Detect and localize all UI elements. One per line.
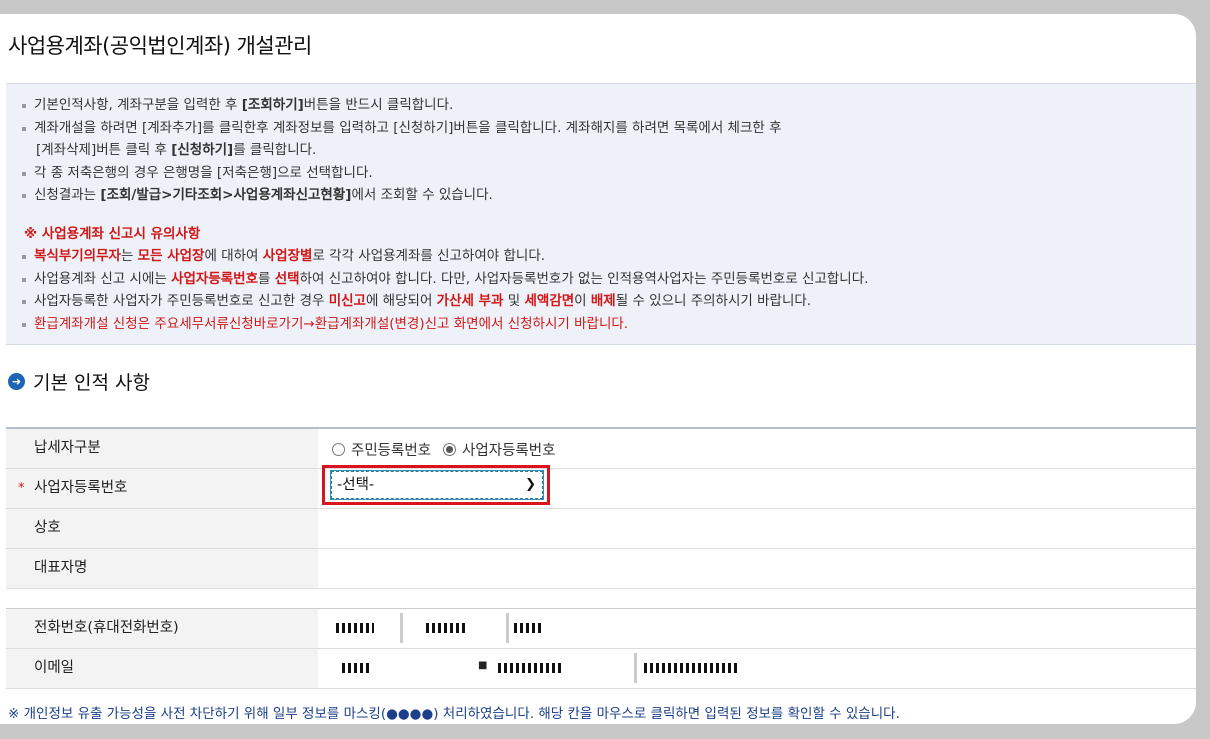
- section-header: ➜ 기본 인적 사항: [8, 368, 150, 395]
- email-label: 이메일: [6, 649, 318, 688]
- email-id-masked[interactable]: [342, 663, 370, 673]
- section-title: 기본 인적 사항: [33, 372, 150, 394]
- radio-resident-number[interactable]: 주민등록번호: [332, 439, 431, 460]
- radio-circle-icon[interactable]: [332, 443, 345, 456]
- email-at-mark: ■: [478, 660, 488, 671]
- phone-label: 전화번호(휴대전화번호): [6, 609, 318, 648]
- warning-line-4: 환급계좌개설 신청은 주요세무서류신청바로가기→환급계좌개설(변경)신고 화면에…: [22, 313, 1196, 336]
- warning-title: ※ 사업용계좌 신고시 유의사항: [24, 225, 201, 242]
- taxpayer-type-label: 납세자구분: [6, 429, 318, 468]
- email-domain-select-masked[interactable]: [644, 663, 740, 673]
- page-title: 사업용계좌(공익법인계좌) 개설관리: [8, 34, 312, 58]
- ceo-label: 대표자명: [6, 549, 318, 588]
- ceo-row: 대표자명: [6, 549, 1196, 589]
- warning-line-2: 사업용계좌 신고 시에는 사업자등록번호를 선택하여 신고하여야 합니다. 다만…: [22, 268, 1196, 291]
- bizno-row: * 사업자등록번호 -선택- ❯: [6, 465, 1196, 509]
- phone-part2-masked[interactable]: [426, 623, 468, 633]
- notice-line-3: [계좌삭제]버튼 클릭 후 [신청하기]를 클릭합니다.: [36, 142, 317, 158]
- taxpayer-type-row: 납세자구분 주민등록번호 사업자등록번호: [6, 427, 1196, 469]
- phone-part3-masked[interactable]: [514, 623, 542, 633]
- form-gap: [6, 589, 1196, 609]
- required-mark: *: [18, 481, 25, 496]
- taxpayer-type-radio-group: 주민등록번호 사업자등록번호: [332, 439, 567, 460]
- notice-line-4: 각 종 저축은행의 경우 은행명을 [저축은행]으로 선택합니다.: [22, 162, 1196, 185]
- warning-line-1: 복식부기의무자는 모든 사업장에 대하여 사업장별로 각각 사업용계좌를 신고하…: [22, 245, 1196, 268]
- radio-business-number[interactable]: 사업자등록번호: [443, 439, 555, 460]
- ceo-value: [318, 549, 1196, 588]
- email-domain-masked[interactable]: [498, 663, 564, 673]
- warning-line-3: 사업자등록한 사업자가 주민등록번호로 신고한 경우 미신고에 해당되어 가산세…: [22, 290, 1196, 313]
- notice-line-5: 신청결과는 [조회/발급>기타조회>사업용계좌신고현황]에서 조회할 수 있습니…: [22, 184, 1196, 207]
- phone-part1-masked[interactable]: [336, 623, 374, 633]
- notice-box: 기본인적사항, 계좌구분을 입력한 후 [조회하기]버튼을 반드시 클릭합니다.…: [6, 83, 1196, 345]
- company-value: [318, 509, 1196, 548]
- highlight-frame: -선택- ❯: [322, 465, 550, 505]
- bizno-label: 사업자등록번호: [34, 480, 128, 496]
- company-row: 상호: [6, 509, 1196, 549]
- masking-footnote: ※ 개인정보 유출 가능성을 사전 차단하기 위해 일부 정보를 마스킹(●●●…: [8, 706, 900, 722]
- radio-checked-icon[interactable]: [443, 443, 457, 456]
- bizno-select[interactable]: -선택- ❯: [330, 470, 544, 500]
- basic-info-form: 납세자구분 주민등록번호 사업자등록번호 * 사업자등록번호 -선택- ❯ 상호…: [6, 427, 1196, 689]
- notice-line-1: 기본인적사항, 계좌구분을 입력한 후 [조회하기]버튼을 반드시 클릭합니다.: [22, 94, 1196, 117]
- email-row: 이메일 ■: [6, 649, 1196, 689]
- chevron-down-icon: ❯: [525, 477, 536, 492]
- phone-row: 전화번호(휴대전화번호): [6, 609, 1196, 649]
- arrow-right-circle-icon: ➜: [8, 373, 25, 390]
- page-card: 사업용계좌(공익법인계좌) 개설관리 기본인적사항, 계좌구분을 입력한 후 […: [0, 14, 1196, 724]
- notice-line-2: 계좌개설을 하려면 [계좌추가]를 클릭한후 계좌정보를 입력하고 [신청하기]…: [22, 117, 1196, 140]
- company-label: 상호: [6, 509, 318, 548]
